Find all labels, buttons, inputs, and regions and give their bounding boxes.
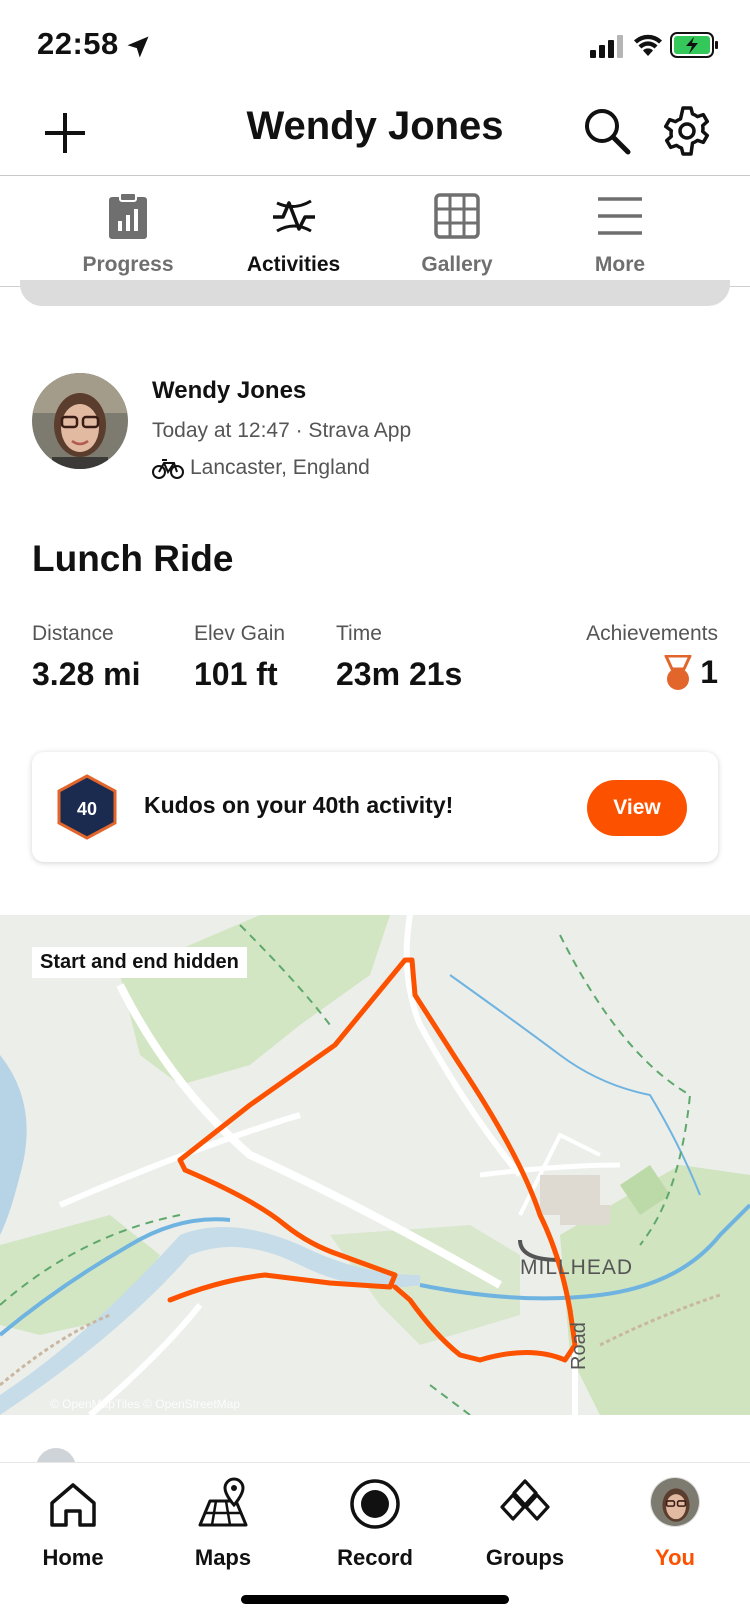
medal-icon [664,654,692,690]
grid-icon [434,193,480,239]
map-place-label: MILLHEAD [520,1256,634,1279]
nav-header: Wendy Jones [0,90,750,176]
bike-icon [152,459,184,479]
map-road-label: Road [568,1322,590,1370]
activity-location: Lancaster, England [190,456,370,479]
start-end-hidden-tag: Start and end hidden [32,947,247,978]
record-icon [350,1479,400,1529]
map-pin-icon [198,1477,248,1527]
groups-diamond-icon [500,1479,550,1521]
nav-you[interactable]: You [610,1463,740,1583]
achievements-count: 1 [700,654,718,690]
wifi-icon [634,34,662,56]
stat-value: 23m 21s [336,656,463,692]
battery-charging-icon [670,32,718,58]
route-map[interactable]: Start and end hidden MILLHEAD Road © Ope… [0,915,750,1415]
clipboard-chart-icon [109,192,147,239]
nav-label: Groups [485,1545,565,1570]
stat-value: 3.28 mi [32,656,141,692]
kudos-card: 40 Kudos on your 40th activity! View [32,752,718,862]
map-attribution: © OpenMapTiles © OpenStreetMap [50,1397,240,1411]
stat-value: 101 ft [194,656,278,692]
activity-title[interactable]: Lunch Ride [32,538,233,580]
search-icon[interactable] [580,104,634,158]
stat-elev-gain: Elev Gain 101 ft [194,622,285,693]
kudos-message: Kudos on your 40th activity! [144,792,454,818]
tab-more[interactable]: More [541,177,699,287]
stat-distance: Distance 3.28 mi [32,622,141,693]
stat-label: Time [336,622,382,645]
athlete-name[interactable]: Wendy Jones [152,377,306,405]
tab-label: Progress [82,253,174,276]
location-arrow-icon [127,36,149,58]
tab-gallery[interactable]: Gallery [378,177,536,287]
gear-icon[interactable] [660,104,714,158]
previous-card-edge [20,280,730,306]
profile-tabs: Progress Activities Gallery More [0,177,750,287]
nav-home[interactable]: Home [8,1463,138,1583]
home-icon [50,1483,96,1527]
map-background [0,915,750,1415]
nav-label: Record [337,1545,413,1570]
menu-lines-icon [598,197,642,235]
tab-label: Activities [246,253,341,276]
stat-time: Time 23m 21s [336,622,462,693]
nav-maps[interactable]: Maps [158,1463,288,1583]
stat-label: Distance [32,622,114,645]
page-title: Wendy Jones [246,104,504,148]
tab-label: More [594,253,646,276]
nav-label: Maps [194,1545,252,1570]
nav-record[interactable]: Record [310,1463,440,1583]
nav-groups[interactable]: Groups [460,1463,590,1583]
tab-activities[interactable]: Activities [212,177,375,287]
status-time: 22:58 [37,26,119,61]
stat-label: Elev Gain [194,622,286,645]
home-indicator [241,1595,509,1604]
stat-label: Achievements [586,622,718,645]
tab-label: Gallery [421,253,493,276]
nav-label: Home [42,1545,104,1570]
nav-label: You [655,1545,695,1570]
tab-progress[interactable]: Progress [48,177,208,287]
avatar[interactable] [32,373,128,469]
activity-pulse-icon [272,199,315,233]
activity-timestamp: Today at 12:47 · Strava App [152,419,412,442]
cellular-signal-icon [590,35,623,58]
milestone-badge-icon: 40 [57,774,117,840]
status-bar: 22:58 [0,0,750,90]
avatar [650,1477,700,1527]
stat-achievements: Achievements 1 [586,622,718,691]
view-button[interactable]: View [587,780,687,836]
badge-number: 40 [77,799,97,819]
